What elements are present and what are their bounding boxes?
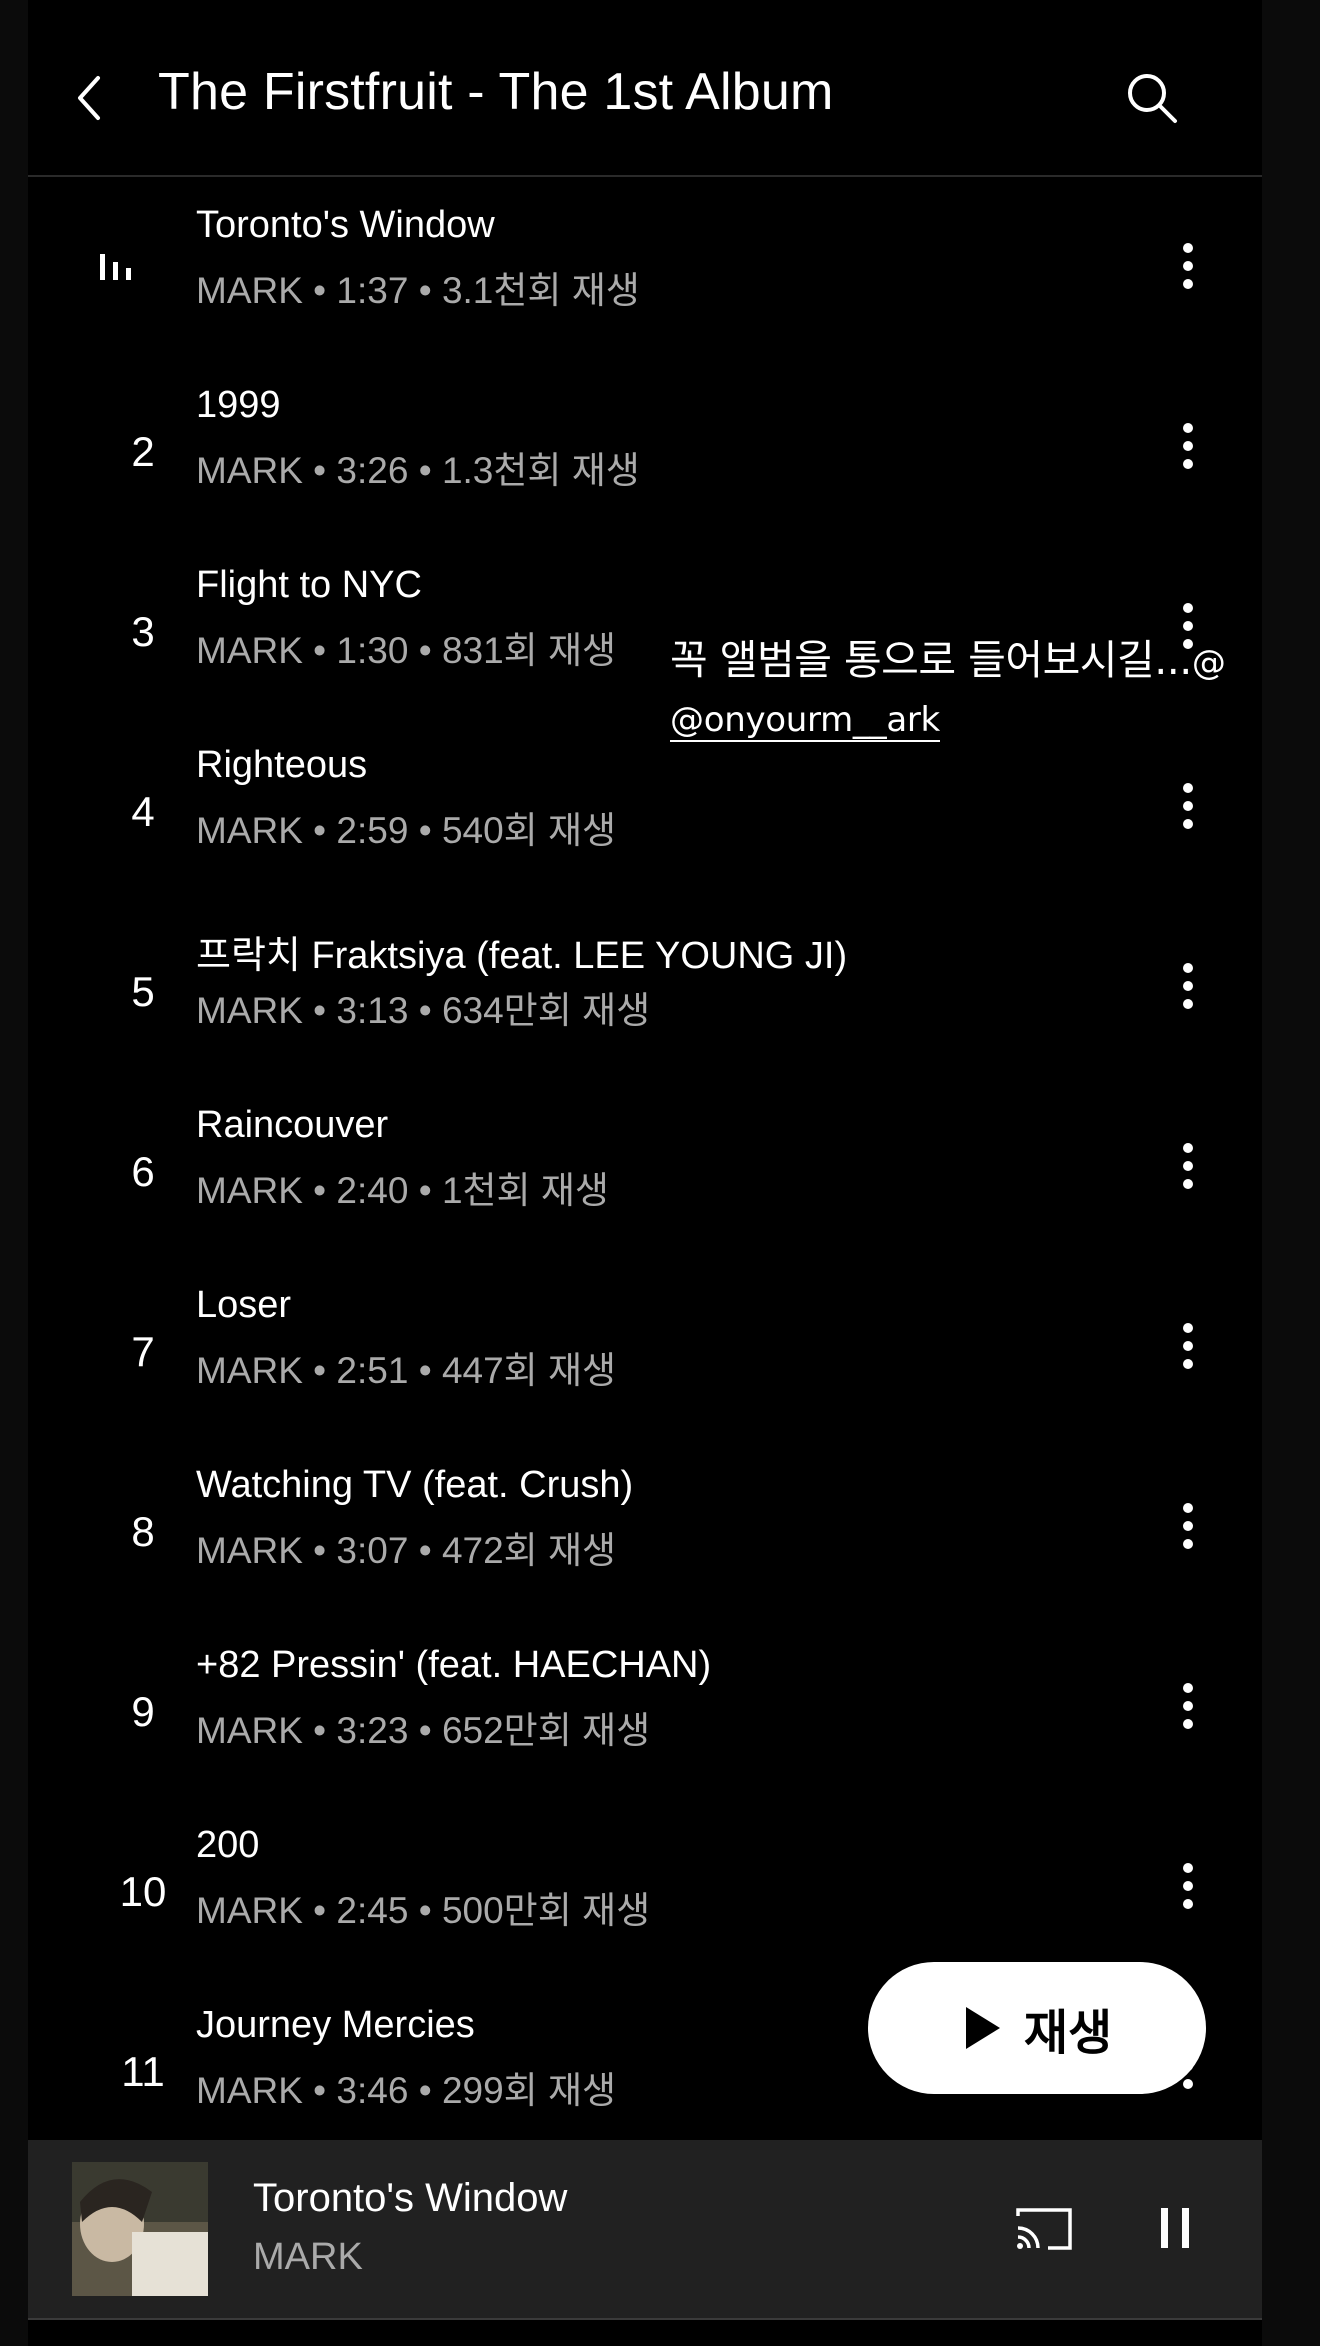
track-number: 9: [131, 1688, 155, 1735]
track-meta: MARK • 3:26 • 1.3천회 재생: [196, 450, 640, 491]
track-row[interactable]: 10 200 MARK • 2:45 • 500만회 재생: [28, 1796, 1262, 1976]
cast-icon: [1016, 2208, 1072, 2250]
caption-text: 꼭 앨범을 통으로 들어보시길...@: [670, 626, 1226, 686]
track-title: Journey Mercies: [196, 2004, 475, 2046]
track-title: 1999: [196, 384, 281, 426]
track-row[interactable]: 6 Raincouver MARK • 2:40 • 1천회 재생: [28, 1076, 1262, 1256]
pause-icon: [1161, 2208, 1189, 2248]
track-more-button[interactable]: [1158, 766, 1218, 846]
track-title: 200: [196, 1824, 260, 1866]
more-vertical-icon: [1183, 1323, 1193, 1369]
track-row[interactable]: Toronto's Window MARK • 1:37 • 3.1천회 재생: [28, 176, 1262, 356]
story-caption: 꼭 앨범을 통으로 들어보시길...@ @onyourm__ark: [670, 626, 1226, 742]
track-title: Watching TV (feat. Crush): [196, 1464, 634, 1506]
mention-handle[interactable]: @onyourm__ark: [670, 700, 940, 742]
mini-player-title: Toronto's Window: [253, 2176, 568, 2220]
caption-message: 꼭 앨범을 통으로 들어보시길...: [670, 636, 1192, 684]
back-button[interactable]: [50, 58, 130, 138]
track-more-button[interactable]: [1158, 1846, 1218, 1926]
track-number: 11: [121, 2048, 165, 2095]
track-meta: MARK • 2:40 • 1천회 재생: [196, 1170, 609, 1211]
more-vertical-icon: [1183, 243, 1193, 289]
track-more-button[interactable]: [1158, 946, 1218, 1026]
track-number: 3: [131, 608, 155, 655]
mini-player[interactable]: Toronto's Window MARK: [28, 2140, 1262, 2318]
page-title: The Firstfruit - The 1st Album: [158, 63, 834, 121]
track-meta: MARK • 3:46 • 299회 재생: [196, 2070, 617, 2111]
more-vertical-icon: [1183, 1503, 1193, 1549]
play-icon: [965, 2007, 1000, 2049]
play-all-label: 재생: [1023, 2007, 1113, 2060]
track-title: Flight to NYC: [196, 564, 422, 606]
track-meta: MARK • 2:45 • 500만회 재생: [196, 1890, 651, 1931]
playback-progress: [28, 2318, 1262, 2320]
track-number: 4: [131, 788, 155, 835]
more-vertical-icon: [1183, 423, 1193, 469]
track-more-button[interactable]: [1158, 1486, 1218, 1566]
track-number: 8: [131, 1508, 155, 1555]
track-more-button[interactable]: [1158, 226, 1218, 306]
cast-button[interactable]: [1004, 2196, 1084, 2260]
more-vertical-icon: [1183, 783, 1193, 829]
album-art: [72, 2162, 208, 2296]
track-number: 7: [131, 1328, 155, 1375]
track-number: 5: [131, 968, 155, 1015]
track-meta: MARK • 3:07 • 472회 재생: [196, 1530, 617, 1571]
track-title: Raincouver: [196, 1104, 389, 1146]
track-title: Righteous: [196, 744, 368, 786]
play-all-button[interactable]: 재생: [868, 1962, 1206, 2094]
track-number: 2: [131, 428, 155, 475]
track-row[interactable]: 7 Loser MARK • 2:51 • 447회 재생: [28, 1256, 1262, 1436]
track-title: 프락치 Fraktsiya (feat. LEE YOUNG JI): [196, 935, 848, 977]
threads-icon: @: [1191, 643, 1226, 683]
track-row[interactable]: 4 Righteous MARK • 2:59 • 540회 재생: [28, 716, 1262, 896]
track-meta: MARK • 1:30 • 831회 재생: [196, 630, 617, 671]
more-vertical-icon: [1183, 1143, 1193, 1189]
track-meta: MARK • 2:59 • 540회 재생: [196, 810, 617, 851]
more-vertical-icon: [1183, 1683, 1193, 1729]
track-more-button[interactable]: [1158, 1666, 1218, 1746]
search-icon: [1128, 74, 1177, 123]
track-number: 6: [131, 1148, 155, 1195]
track-number: 10: [119, 1868, 167, 1915]
track-title: Loser: [196, 1284, 292, 1326]
mini-player-artist: MARK: [253, 2236, 363, 2278]
track-meta: MARK • 2:51 • 447회 재생: [196, 1350, 617, 1391]
chevron-left-icon: [78, 76, 100, 120]
search-button[interactable]: [1112, 58, 1192, 138]
track-more-button[interactable]: [1158, 1306, 1218, 1386]
track-meta: MARK • 1:37 • 3.1천회 재생: [196, 270, 640, 311]
track-title: +82 Pressin' (feat. HAECHAN): [196, 1644, 712, 1686]
track-row[interactable]: 2 1999 MARK • 3:26 • 1.3천회 재생: [28, 356, 1262, 536]
track-row[interactable]: 8 Watching TV (feat. Crush) MARK • 3:07 • …: [28, 1436, 1262, 1616]
track-row[interactable]: 5 프락치 Fraktsiya (feat. LEE YOUNG JI) MARK …: [28, 896, 1262, 1076]
track-meta: MARK • 3:23 • 652만회 재생: [196, 1710, 651, 1751]
track-more-button[interactable]: [1158, 406, 1218, 486]
equalizer-icon: [100, 254, 131, 280]
track-more-button[interactable]: [1158, 1126, 1218, 1206]
track-title: Toronto's Window: [196, 204, 495, 246]
track-meta: MARK • 3:13 • 634만회 재생: [196, 990, 651, 1031]
pause-button[interactable]: [1140, 2190, 1210, 2266]
track-row[interactable]: 9 +82 Pressin' (feat. HAECHAN) MARK • 3:23…: [28, 1616, 1262, 1796]
more-vertical-icon: [1183, 963, 1193, 1009]
more-vertical-icon: [1183, 1863, 1193, 1909]
